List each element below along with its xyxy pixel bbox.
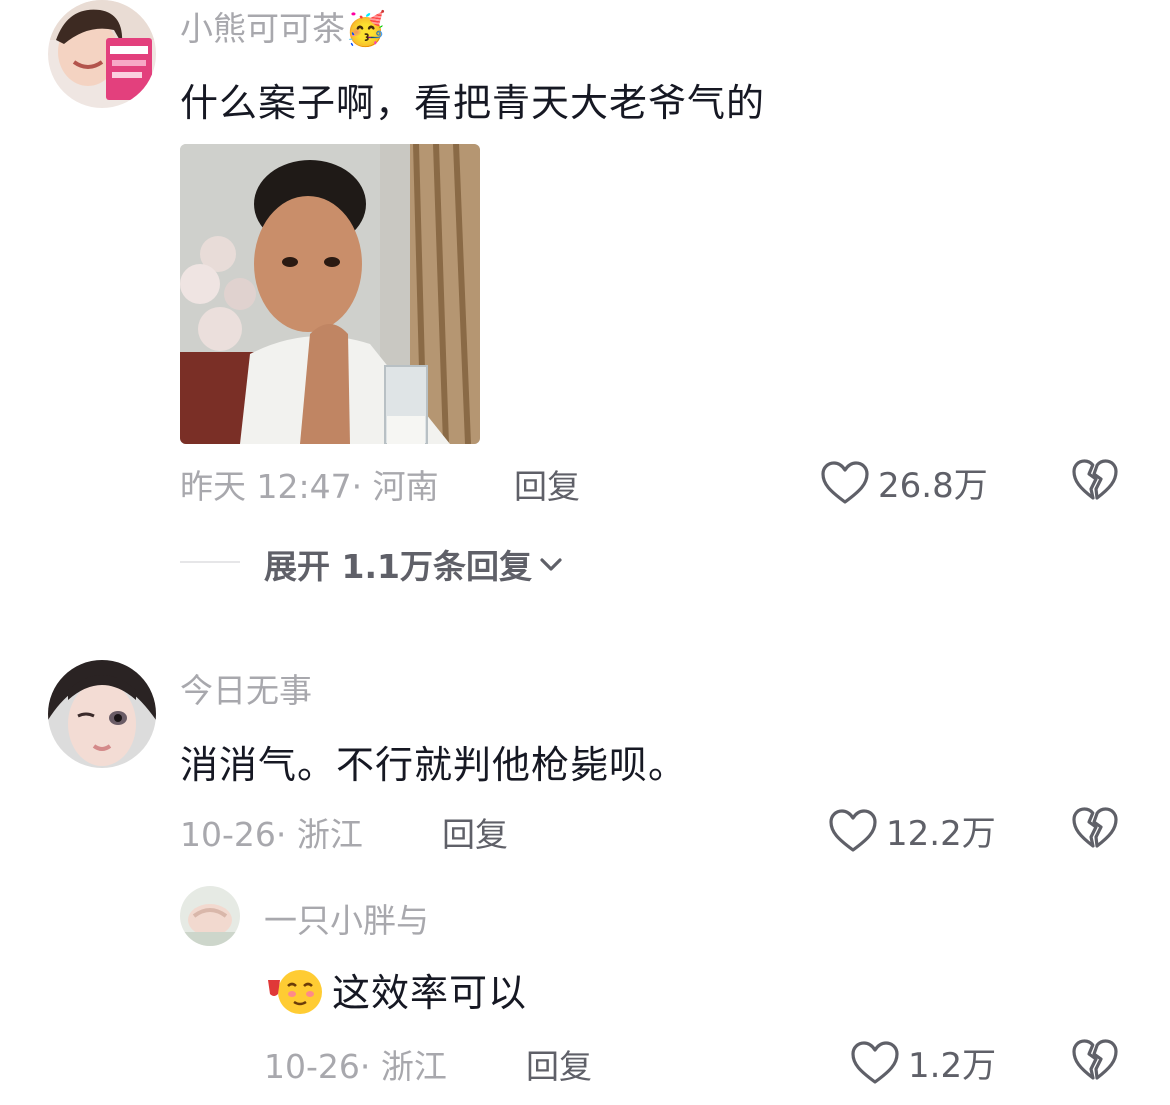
comment-meta: 10-26· 浙江 [180, 808, 363, 856]
dislike-button[interactable] [1072, 806, 1118, 854]
like-button[interactable]: 26.8万 [820, 458, 988, 507]
reply-button[interactable]: 回复 [442, 808, 508, 856]
reply-button[interactable]: 回复 [526, 1040, 592, 1088]
reply-username[interactable]: 一只小胖与 [264, 894, 429, 942]
comment-username[interactable]: 今日无事 [180, 664, 312, 712]
comment-location: 浙江 [380, 1047, 447, 1086]
comment-text: 什么案子啊，看把青天大老爷气的 [180, 81, 766, 125]
username-text: 小熊可可茶 [180, 9, 345, 48]
like-button[interactable]: 12.2万 [828, 806, 996, 855]
expand-replies-button[interactable]: 展开 1.1万条回复 [264, 540, 564, 588]
broken-heart-icon [1072, 807, 1118, 848]
heart-outline-icon [851, 1040, 899, 1084]
comment-meta: 昨天 12:47· 河南 [180, 460, 439, 508]
avatar[interactable] [48, 660, 156, 768]
heart-outline-icon [821, 460, 869, 504]
comment-time: 10-26 [180, 815, 276, 854]
reply-text-row: 这效率可以 [266, 962, 527, 1017]
dislike-button[interactable] [1072, 458, 1118, 506]
like-count: 12.2万 [886, 814, 996, 854]
like-count: 1.2万 [908, 1046, 997, 1086]
comment-image-thumbnail[interactable] [180, 144, 480, 444]
reply-button[interactable]: 回复 [514, 460, 580, 508]
avatar[interactable] [48, 0, 156, 108]
reply-meta: 10-26· 浙江 [264, 1040, 447, 1088]
meta-separator: · [359, 1047, 381, 1086]
broken-heart-icon [1072, 459, 1118, 500]
reply-text: 这效率可以 [332, 971, 528, 1015]
comment-text: 消消气。不行就判他枪毙呗。 [180, 743, 688, 787]
party-emoji-icon: 🥳 [345, 9, 387, 48]
like-button[interactable]: 1.2万 [850, 1038, 996, 1087]
meta-separator: · [275, 815, 297, 854]
like-count: 26.8万 [878, 466, 988, 506]
comment-time: 昨天 12:47 [180, 467, 352, 506]
avatar[interactable] [180, 886, 240, 946]
dislike-button[interactable] [1072, 1038, 1118, 1086]
comment-username[interactable]: 小熊可可茶🥳 [180, 2, 386, 50]
divider-line [180, 561, 240, 563]
chevron-down-icon [540, 558, 562, 571]
comment-location: 浙江 [296, 815, 363, 854]
comment-location: 河南 [372, 467, 439, 506]
meta-separator: · [351, 467, 373, 506]
heart-outline-icon [829, 808, 877, 852]
comment-time: 10-26 [264, 1047, 360, 1086]
expand-label: 展开 1.1万条回复 [264, 547, 532, 586]
broken-heart-icon [1072, 1039, 1118, 1080]
tipsy-emoji-icon [268, 969, 322, 1014]
